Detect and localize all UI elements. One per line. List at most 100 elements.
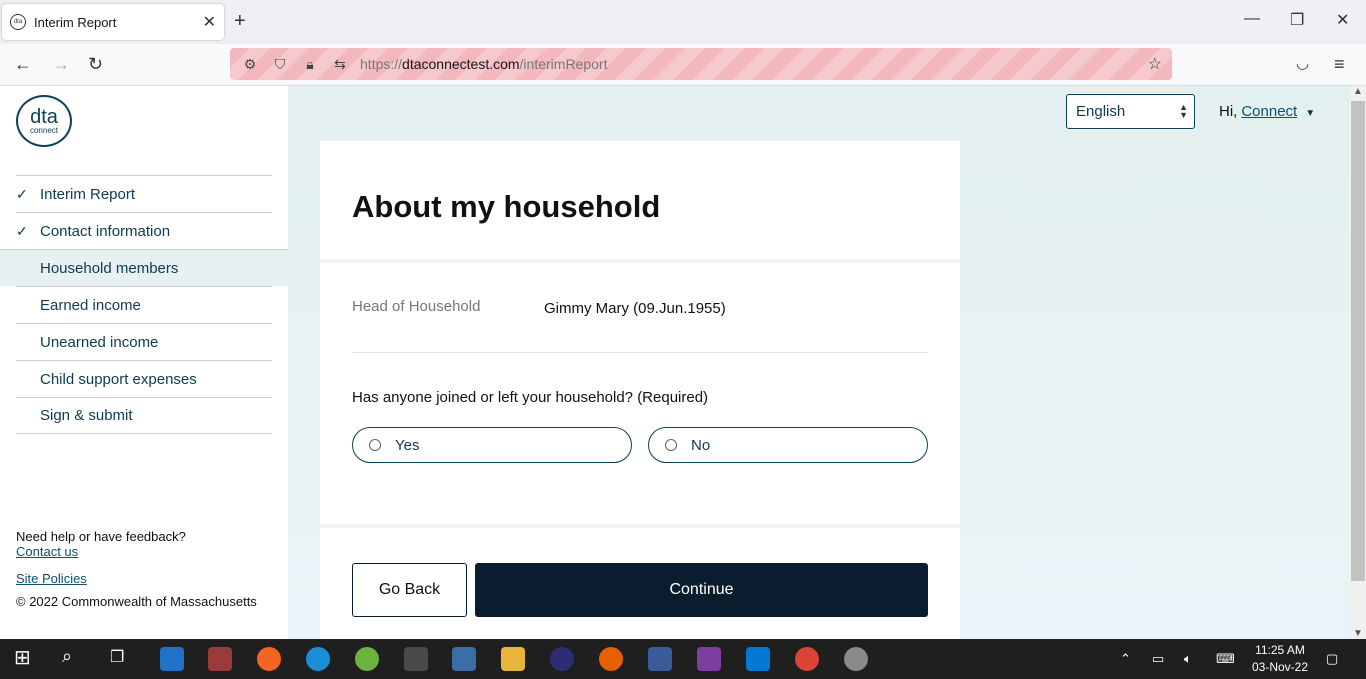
keyboard-icon[interactable]: ⌨: [1216, 639, 1235, 679]
sidebar-item-child-support-expenses[interactable]: Child support expenses: [16, 360, 272, 397]
firefox-icon[interactable]: [599, 647, 623, 671]
tab-title: Interim Report: [34, 14, 117, 30]
sidebar-item-earned-income[interactable]: Earned income: [16, 286, 272, 323]
logo-main: dta: [30, 105, 58, 128]
app-icon[interactable]: [257, 647, 281, 671]
logo-sub: connect: [29, 125, 59, 135]
sidebar-item-label: Interim Report: [40, 185, 136, 203]
pocket-icon[interactable]: ◡: [1296, 54, 1309, 72]
internet-explorer-icon[interactable]: [160, 647, 184, 671]
sidebar-item-unearned-income[interactable]: Unearned income: [16, 323, 272, 360]
app-icon[interactable]: [355, 647, 379, 671]
address-bar[interactable]: ⚙ ⛉ 🔒︎ ⇆ https://dtaconnectest.com/inter…: [230, 48, 1172, 80]
help-text: Need help or have feedback?: [16, 529, 186, 544]
sidebar-item-label: Earned income: [40, 296, 141, 314]
language-value: English: [1076, 103, 1126, 120]
app-icon[interactable]: [697, 647, 721, 671]
app-icon[interactable]: [208, 647, 232, 671]
vscode-icon[interactable]: [746, 647, 770, 671]
tracking-icon[interactable]: ⚙: [240, 56, 260, 73]
page-title: About my household: [352, 189, 661, 224]
help-section: Need help or have feedback? Contact us S…: [16, 529, 257, 609]
divider: [320, 524, 960, 528]
language-select[interactable]: English ▲ ▼: [1066, 94, 1195, 129]
radio-no-label: No: [691, 436, 711, 454]
task-view-icon[interactable]: ❐: [110, 647, 134, 671]
caret-down-icon[interactable]: ▼: [1305, 108, 1315, 119]
checkmark-icon: ✓: [16, 222, 28, 239]
network-icon[interactable]: ▭: [1152, 639, 1164, 679]
dta-favicon-icon: dta: [10, 14, 26, 30]
sidebar-item-interim-report[interactable]: ✓ Interim Report: [16, 175, 272, 212]
scroll-down-icon[interactable]: ▼: [1353, 628, 1363, 639]
household-card: About my household Head of Household Gim…: [320, 141, 960, 639]
sublime-text-icon[interactable]: [404, 647, 428, 671]
sidebar-item-label: Sign & submit: [40, 407, 133, 424]
volume-icon[interactable]: 🔈︎: [1184, 639, 1192, 679]
restore-icon[interactable]: ❐: [1290, 10, 1304, 30]
close-tab-icon[interactable]: ✕: [203, 12, 216, 32]
divider: [352, 352, 928, 353]
sidebar-nav: ✓ Interim Report ✓ Contact information Hou…: [0, 175, 288, 434]
new-tab-icon[interactable]: +: [234, 10, 246, 33]
sidebar: dta connect ✓ Interim Report ✓ Contact inf…: [0, 86, 288, 639]
sidebar-item-sign-submit[interactable]: Sign & submit: [16, 397, 272, 434]
app-icon[interactable]: [648, 647, 672, 671]
head-of-household-value: Gimmy Mary (09.Jun.1955): [544, 300, 726, 317]
app-icon[interactable]: [452, 647, 476, 671]
checkmark-icon: ✓: [16, 185, 28, 202]
eclipse-icon[interactable]: [550, 647, 574, 671]
windows-taskbar: ⊞ ⌕ ❐ ⌃ ▭ 🔈︎ ⌨ 11:25 AM 03-Nov-22 ▢: [0, 639, 1366, 679]
clock-time: 11:25 AM: [1255, 643, 1305, 657]
radio-yes-label: Yes: [395, 436, 420, 454]
lock-icon[interactable]: 🔒︎: [300, 56, 320, 73]
continue-button[interactable]: Continue: [475, 563, 928, 617]
search-icon[interactable]: ⌕: [62, 646, 86, 670]
permissions-icon[interactable]: ⇆: [330, 56, 350, 73]
forward-icon[interactable]: →: [52, 54, 70, 75]
user-menu-link[interactable]: Connect: [1241, 103, 1297, 120]
divider: [320, 259, 960, 263]
bookmark-star-icon[interactable]: ☆: [1148, 54, 1162, 74]
shield-icon[interactable]: ⛉: [270, 56, 290, 73]
sidebar-item-label: Child support expenses: [40, 370, 197, 388]
sidebar-item-label: Household members: [40, 259, 179, 277]
chrome-icon[interactable]: [795, 647, 819, 671]
radio-circle-icon: [665, 439, 677, 451]
site-policies-link[interactable]: Site Policies: [16, 571, 257, 586]
back-icon[interactable]: ←: [14, 54, 32, 75]
select-arrows-icon: ▲ ▼: [1179, 102, 1188, 120]
file-explorer-icon[interactable]: [501, 647, 525, 671]
page-scrollbar[interactable]: ▲ ▼: [1350, 86, 1366, 639]
user-greeting: Hi, Connect ▼: [1219, 103, 1315, 120]
greeting-text: Hi,: [1219, 103, 1238, 120]
scroll-up-icon[interactable]: ▲: [1353, 86, 1363, 97]
sidebar-item-household-members[interactable]: Household members: [0, 249, 288, 286]
go-back-button[interactable]: Go Back: [352, 563, 467, 617]
copyright-text: © 2022 Commonwealth of Massachusetts: [16, 594, 257, 609]
radio-circle-icon: [369, 439, 381, 451]
head-of-household-label: Head of Household: [352, 298, 481, 315]
dta-connect-logo[interactable]: dta connect: [16, 95, 72, 147]
edge-icon[interactable]: [306, 647, 330, 671]
url-text[interactable]: https://dtaconnectest.com/interimReport: [360, 56, 607, 72]
browser-tab[interactable]: dta Interim Report ✕: [2, 4, 224, 40]
notification-icon[interactable]: ▢: [1326, 639, 1338, 679]
reload-icon[interactable]: ↻: [88, 54, 103, 75]
menu-icon[interactable]: ≡: [1334, 54, 1345, 75]
scrollbar-thumb[interactable]: [1351, 101, 1365, 581]
windows-start-icon[interactable]: ⊞: [14, 645, 38, 669]
radio-yes[interactable]: Yes: [352, 427, 632, 463]
page-content: dta connect ✓ Interim Report ✓ Contact inf…: [0, 86, 1350, 639]
clock-date: 03-Nov-22: [1251, 660, 1309, 674]
contact-us-link[interactable]: Contact us: [16, 544, 257, 559]
household-change-question: Has anyone joined or left your household…: [352, 389, 709, 406]
radio-no[interactable]: No: [648, 427, 928, 463]
sidebar-item-label: Contact information: [40, 222, 171, 240]
app-icon[interactable]: [844, 647, 868, 671]
close-window-icon[interactable]: ✕: [1336, 10, 1349, 30]
chevron-up-icon[interactable]: ⌃: [1120, 639, 1131, 679]
system-clock[interactable]: 11:25 AM 03-Nov-22: [1240, 642, 1320, 676]
sidebar-item-contact-information[interactable]: ✓ Contact information: [16, 212, 272, 249]
minimize-icon[interactable]: —: [1244, 10, 1260, 28]
